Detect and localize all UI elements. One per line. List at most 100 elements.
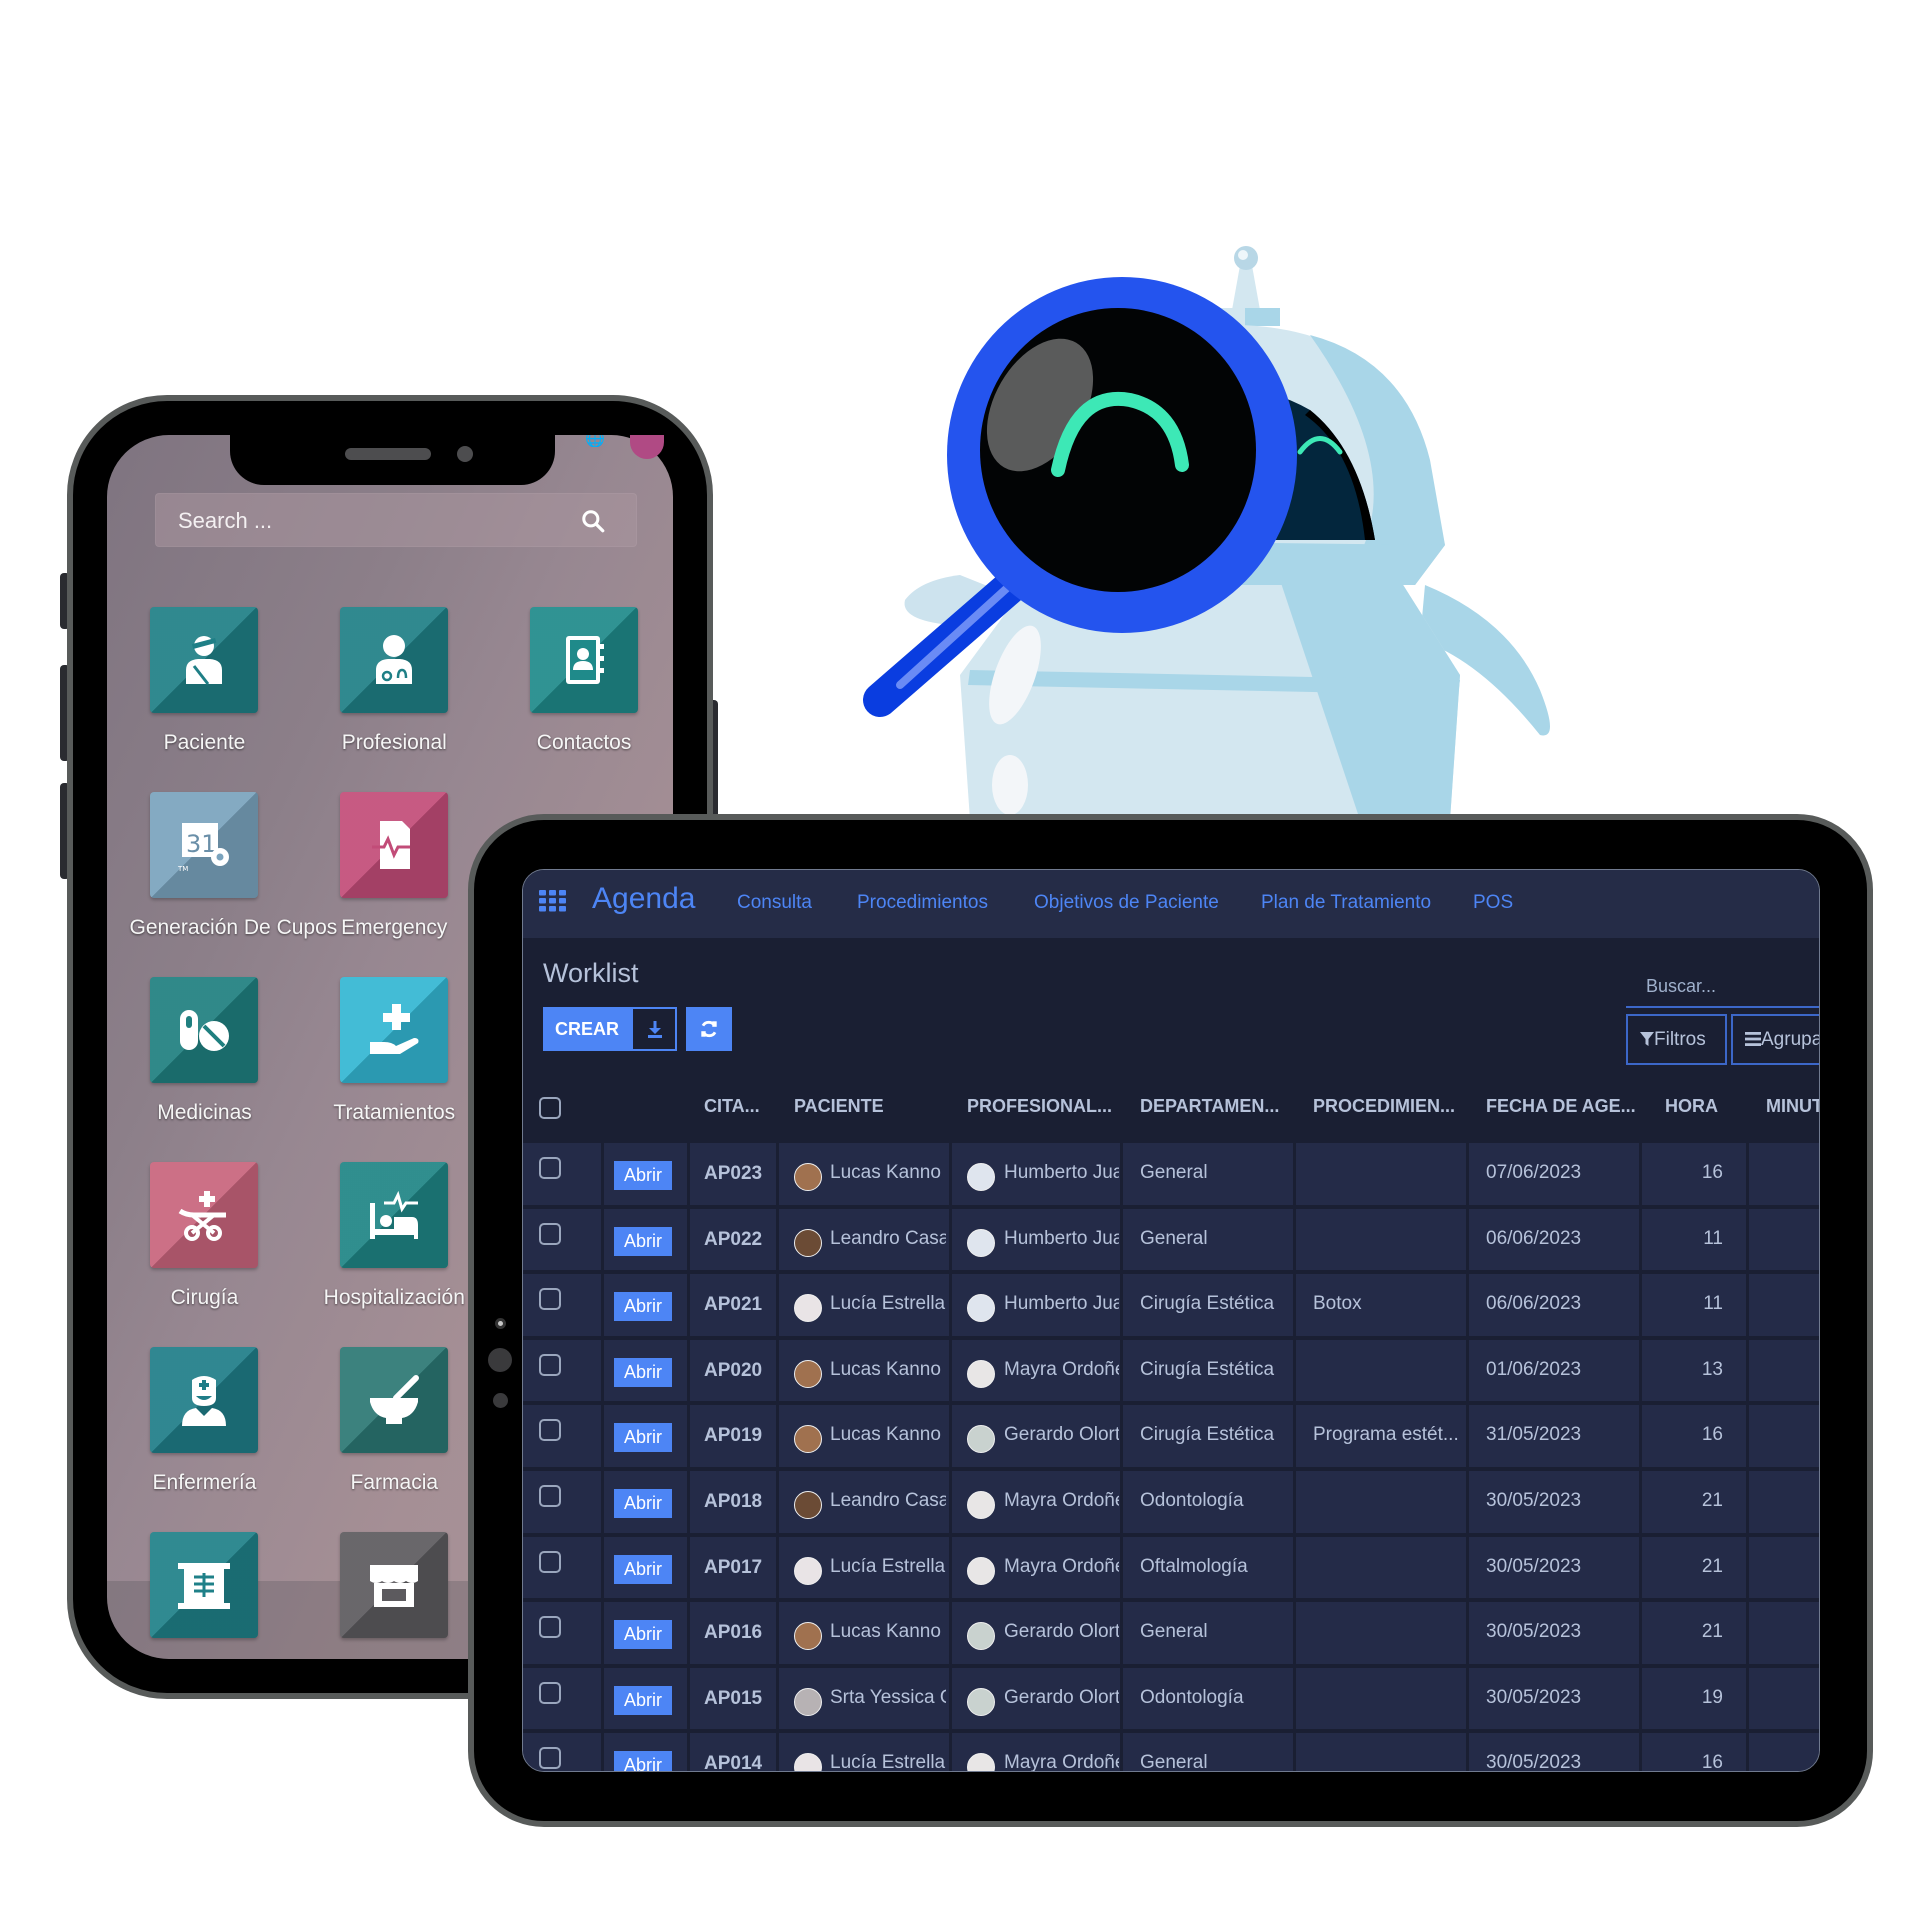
cell-paciente[interactable]: Lucía Estrella xyxy=(830,1752,946,1771)
app-tile[interactable] xyxy=(340,607,449,714)
open-button[interactable]: Abrir xyxy=(614,1226,672,1256)
cell-paciente[interactable]: Lucía Estrella xyxy=(830,1293,946,1315)
app-store[interactable] xyxy=(319,1531,469,1656)
app-tile[interactable] xyxy=(150,1531,259,1638)
app-medicinas[interactable]: Medicinas xyxy=(129,977,279,1125)
cell-paciente[interactable]: Lucas Kanno xyxy=(830,1621,946,1643)
row-checkbox[interactable] xyxy=(539,1550,561,1573)
open-button[interactable]: Abrir xyxy=(614,1161,672,1190)
app-profesional[interactable]: Profesional xyxy=(319,607,469,755)
cell-paciente[interactable]: Lucía Estrella xyxy=(830,1556,946,1578)
app-hospitalización[interactable]: Hospitalización xyxy=(319,1162,469,1310)
app-tile[interactable] xyxy=(340,1346,449,1453)
column-header-profesional[interactable]: PROFESIONAL... xyxy=(967,1096,1112,1117)
cell-profesional[interactable]: Mayra Ordoñez xyxy=(1004,1490,1119,1512)
nav-pos[interactable]: POS xyxy=(1473,892,1513,914)
filters-button[interactable]: Filtros xyxy=(1626,1014,1727,1065)
app-grid-icon[interactable] xyxy=(539,890,567,912)
app-tile[interactable] xyxy=(150,1162,259,1269)
open-button[interactable]: Abrir xyxy=(614,1685,672,1715)
cell-paciente[interactable]: Srta Yessica O xyxy=(830,1687,946,1709)
app-tile[interactable] xyxy=(150,977,259,1084)
select-all-checkbox[interactable] xyxy=(539,1097,561,1119)
app-xray[interactable] xyxy=(129,1531,279,1656)
row-checkbox[interactable] xyxy=(539,1353,561,1376)
cell-paciente[interactable]: Lucas Kanno xyxy=(830,1424,946,1446)
app-generación-de-cupos[interactable]: 31 TM Generación De Cupos xyxy=(129,792,337,940)
cell-profesional[interactable]: Humberto Juarez xyxy=(1004,1162,1119,1184)
cell-profesional[interactable]: Humberto Juarez xyxy=(1004,1228,1119,1250)
row-checkbox[interactable] xyxy=(539,1485,561,1507)
cell-profesional[interactable]: Humberto Juarez xyxy=(1004,1293,1119,1315)
open-button[interactable]: Abrir xyxy=(614,1292,672,1322)
app-tile[interactable] xyxy=(340,792,449,899)
table-row[interactable]: Abrir AP018 Leandro Casares Mayra Ordoñez Od… xyxy=(523,1471,1819,1537)
table-row[interactable]: Abrir AP021 Lucía Estrella Humberto Juarez C… xyxy=(523,1274,1819,1340)
row-checkbox[interactable] xyxy=(539,1616,561,1639)
cell-profesional[interactable]: Mayra Ordoñez xyxy=(1004,1359,1119,1381)
nav-plan-de-tratamiento[interactable]: Plan de Tratamiento xyxy=(1261,892,1431,914)
app-farmacia[interactable]: Farmacia xyxy=(319,1346,469,1495)
table-row[interactable]: Abrir AP023 Lucas Kanno Humberto Juarez Gene… xyxy=(523,1143,1819,1209)
column-header-procedimiento[interactable]: PROCEDIMIEN... xyxy=(1313,1096,1455,1117)
row-checkbox[interactable] xyxy=(539,1157,561,1179)
app-tile[interactable] xyxy=(150,1346,259,1453)
cell-divider xyxy=(1466,1536,1469,1599)
app-tile[interactable] xyxy=(150,607,259,714)
table-row[interactable]: Abrir AP016 Lucas Kanno Gerardo Olortegui Ge… xyxy=(523,1602,1819,1668)
group-by-button[interactable]: Agrupar xyxy=(1731,1014,1819,1065)
refresh-button[interactable] xyxy=(686,1007,732,1051)
cell-paciente[interactable]: Leandro Casares xyxy=(830,1490,946,1512)
app-cirugía[interactable]: Cirugía xyxy=(129,1162,279,1310)
open-button[interactable]: Abrir xyxy=(614,1489,672,1518)
table-row[interactable]: Abrir AP015 Srta Yessica O Gerardo Olortegu… xyxy=(523,1667,1819,1734)
cell-profesional[interactable]: Mayra Ordoñez xyxy=(1004,1556,1119,1578)
nav-objetivos-de-paciente[interactable]: Objetivos de Paciente xyxy=(1034,892,1219,914)
column-header-paciente[interactable]: PACIENTE xyxy=(794,1096,884,1117)
table-row[interactable]: Abrir AP022 Leandro Casares Humberto Juarez… xyxy=(523,1208,1819,1275)
app-paciente[interactable]: Paciente xyxy=(129,607,279,755)
open-button[interactable]: Abrir xyxy=(614,1423,672,1453)
cell-profesional[interactable]: Gerardo Olortegui xyxy=(1004,1621,1119,1643)
app-enfermería[interactable]: Enfermería xyxy=(129,1346,279,1495)
row-checkbox[interactable] xyxy=(539,1681,561,1704)
row-checkbox[interactable] xyxy=(539,1419,561,1442)
nav-consulta[interactable]: Consulta xyxy=(737,892,812,914)
app-title[interactable]: Agenda xyxy=(592,882,695,916)
cell-paciente[interactable]: Leandro Casares xyxy=(830,1228,946,1250)
app-tratamientos[interactable]: Tratamientos xyxy=(319,977,469,1125)
app-tile[interactable] xyxy=(530,607,639,714)
app-tile[interactable] xyxy=(340,977,449,1084)
app-tile[interactable] xyxy=(340,1531,449,1638)
column-header-minuto[interactable]: MINUTO xyxy=(1766,1096,1819,1117)
cell-profesional[interactable]: Gerardo Olortegui xyxy=(1004,1687,1119,1709)
column-header-cita[interactable]: CITA... xyxy=(704,1096,760,1117)
cell-profesional[interactable]: Mayra Ordoñez xyxy=(1004,1752,1119,1771)
cell-paciente[interactable]: Lucas Kanno xyxy=(830,1359,946,1381)
open-button[interactable]: Abrir xyxy=(614,1751,672,1771)
cell-divider xyxy=(1639,1667,1642,1730)
column-header-departamento[interactable]: DEPARTAMEN... xyxy=(1140,1096,1279,1117)
open-button[interactable]: Abrir xyxy=(614,1357,672,1387)
table-row[interactable]: Abrir AP014 Lucía Estrella Mayra Ordoñez Gen… xyxy=(523,1733,1819,1771)
app-contactos[interactable]: Contactos xyxy=(509,607,659,755)
row-checkbox[interactable] xyxy=(539,1747,561,1770)
nav-procedimientos[interactable]: Procedimientos xyxy=(857,892,988,914)
row-checkbox[interactable] xyxy=(539,1288,561,1311)
open-button[interactable]: Abrir xyxy=(614,1554,672,1584)
app-tile[interactable] xyxy=(340,1162,449,1269)
row-checkbox[interactable] xyxy=(539,1222,561,1245)
app-emergency[interactable]: Emergency xyxy=(319,792,469,940)
cell-paciente[interactable]: Lucas Kanno xyxy=(830,1162,946,1184)
column-header-hora[interactable]: HORA xyxy=(1665,1096,1718,1117)
import-button[interactable] xyxy=(631,1007,677,1051)
table-row[interactable]: Abrir AP017 Lucía Estrella Mayra Ordoñez Oft… xyxy=(523,1536,1819,1603)
cell-profesional[interactable]: Gerardo Olortegui xyxy=(1004,1424,1119,1446)
search-input[interactable]: Buscar... xyxy=(1626,970,1819,1008)
column-header-fecha[interactable]: FECHA DE AGE... xyxy=(1486,1096,1636,1117)
table-row[interactable]: Abrir AP020 Lucas Kanno Mayra Ordoñez Cirugí… xyxy=(523,1339,1819,1406)
open-button[interactable]: Abrir xyxy=(614,1620,672,1650)
app-tile[interactable]: 31 TM xyxy=(150,792,259,899)
table-row[interactable]: Abrir AP019 Lucas Kanno Gerardo Olortegui Ci… xyxy=(523,1405,1819,1471)
create-button[interactable]: CREAR xyxy=(543,1007,631,1051)
